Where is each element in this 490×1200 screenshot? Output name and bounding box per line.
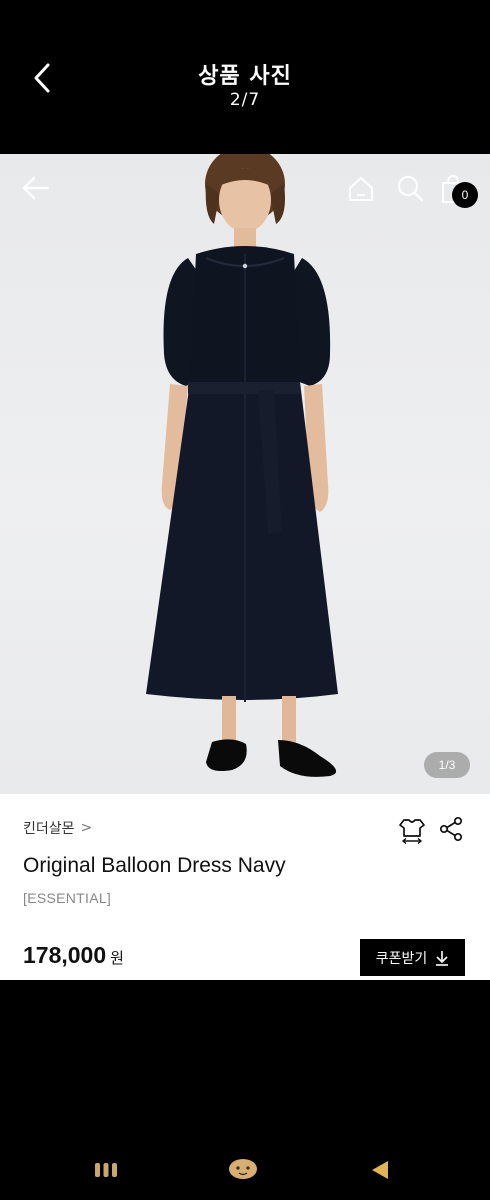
price-currency: 원 (110, 949, 124, 967)
brand-link[interactable]: 킨더살몬 > (23, 818, 92, 838)
collection-label: [ESSENTIAL] (23, 890, 112, 906)
get-coupon-button[interactable]: 쿠폰받기 (360, 939, 465, 976)
viewer-header: 상품 사진 2/7 (0, 0, 490, 154)
download-icon (436, 950, 449, 966)
home-icon[interactable] (228, 1158, 258, 1180)
share-icon[interactable] (438, 816, 464, 842)
viewer-title: 상품 사진 (198, 64, 292, 89)
back-icon[interactable] (370, 1160, 390, 1180)
product-photo[interactable]: 0 1/3 (0, 154, 490, 794)
model-wearing-dress-image (146, 154, 338, 777)
photo-counter: 2/7 (229, 90, 261, 110)
product-screenshot: 0 1/3 킨더살몬 > Original Balloon Dress Navy… (0, 154, 490, 980)
arrow-left-icon[interactable] (20, 172, 52, 204)
search-icon[interactable] (396, 174, 424, 202)
brand-name: 킨더살몬 (23, 821, 75, 837)
product-info: 킨더살몬 > Original Balloon Dress Navy [ESSE… (0, 794, 490, 980)
price-amount: 178,000 (23, 942, 107, 968)
cart-count-badge: 0 (452, 182, 478, 208)
chevron-right-icon: > (80, 820, 93, 836)
coupon-label: 쿠폰받기 (375, 950, 428, 967)
home-icon[interactable] (346, 174, 376, 204)
price: 178,000 원 (23, 942, 124, 969)
product-name: Original Balloon Dress Navy (23, 854, 286, 877)
recent-apps-icon[interactable] (94, 1162, 118, 1178)
image-pager: 1/3 (424, 752, 470, 778)
size-guide-icon[interactable] (398, 816, 426, 844)
